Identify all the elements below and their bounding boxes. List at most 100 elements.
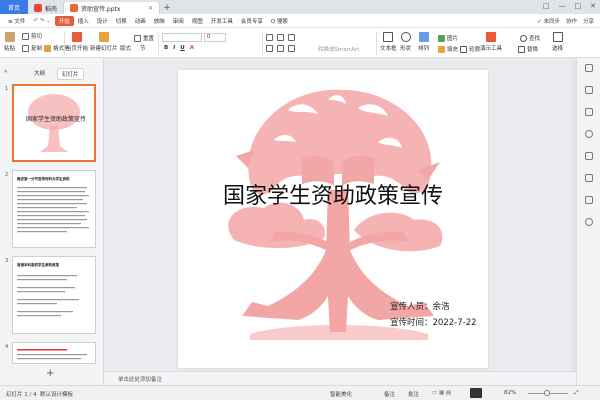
indent-icon[interactable] (288, 34, 295, 41)
copy-button[interactable]: 复制 (22, 44, 42, 52)
notes-area[interactable]: 单击此处添加备注 (104, 371, 576, 385)
collab-button[interactable]: 协作 (566, 17, 577, 25)
underline-button[interactable]: U (180, 45, 184, 51)
sync-status[interactable]: ✓ 未同步 (537, 17, 560, 25)
show-tools-button[interactable]: 演示工具 (480, 32, 502, 52)
layout-icon[interactable]: □ (543, 2, 550, 10)
slide-title[interactable]: 国家学生资助政策宣传 (178, 178, 488, 210)
play-slideshow-icon[interactable] (470, 388, 482, 398)
menu-view[interactable]: 视图 (188, 14, 207, 28)
backup-icon[interactable] (585, 174, 593, 182)
menu-member[interactable]: 会员专享 (237, 14, 267, 28)
slide-thumbnail-2[interactable]: 概述第一分节宣传材料大学生资助 (12, 170, 96, 248)
beautify-button[interactable]: 智能美化 (330, 390, 352, 398)
paste-button[interactable]: 粘贴 (4, 32, 15, 52)
menu-insert[interactable]: 插入 (74, 14, 93, 28)
font-size-input[interactable]: 0 (204, 33, 226, 42)
replace-label: 替换 (527, 47, 539, 53)
slide-thumbnail-1[interactable]: 国家学生资助政策宣传 (12, 84, 96, 162)
notes-button[interactable]: 备注 (384, 390, 395, 398)
align-center-icon[interactable] (277, 45, 284, 52)
font-name-input[interactable] (162, 33, 202, 42)
notes-placeholder: 单击此处添加备注 (118, 376, 163, 383)
zoom-slider-knob[interactable] (544, 390, 550, 396)
replace-button[interactable]: 替换 (518, 45, 538, 53)
show-tools-label: 演示工具 (480, 46, 503, 52)
menu-developer[interactable]: 开发工具 (207, 14, 237, 28)
align-left-icon[interactable] (266, 45, 273, 52)
fill-button[interactable]: 填充 (438, 45, 458, 53)
animation-icon[interactable] (585, 108, 593, 116)
slide-thumbnail-4[interactable] (12, 342, 96, 364)
date-line[interactable]: 宣传时间：2022-7-22 (390, 316, 477, 328)
fit-window-icon[interactable]: ⤢ (574, 390, 578, 397)
menu-start[interactable]: 开始 (54, 15, 74, 26)
menu-design[interactable]: 设计 (93, 14, 112, 28)
paste-label: 粘贴 (4, 46, 16, 52)
collapse-panel-icon[interactable]: « (4, 68, 8, 75)
presenter-label: 宣传人员： (390, 302, 433, 312)
find-button[interactable]: 查找 (520, 34, 540, 42)
number-list-icon[interactable] (277, 34, 284, 41)
status-bar: 幻灯片 1 / 4 默认设计模板 智能美化 备注 批注 ▭ ▦ ▤ 82% ⤢ (0, 385, 600, 400)
close-tab-icon[interactable]: ✕ (148, 5, 153, 12)
share-icon[interactable] (585, 196, 593, 204)
slide-thumbnail-panel: « 大纲 幻灯片 1 国家学生资助政策宣传 2 概述第一分节宣传材料大学生资助 … (0, 58, 104, 385)
picture-button[interactable]: 图片 (438, 34, 458, 42)
transform-icon[interactable] (585, 152, 593, 160)
menu-transition[interactable]: 切换 (112, 14, 131, 28)
property-icon[interactable] (585, 64, 593, 72)
new-slide-button[interactable]: 新建幻灯片 (90, 32, 118, 52)
section-button[interactable]: 节 (140, 44, 146, 52)
help-icon[interactable] (585, 218, 593, 226)
from-current-button[interactable]: 当页开始 (66, 32, 88, 52)
menu-file[interactable]: ≡ 文件 (4, 14, 29, 28)
outline-button[interactable]: 轮廓 (460, 45, 480, 53)
presenter-line[interactable]: 宣传人员：余浩 (390, 300, 450, 312)
textbox-button[interactable]: 文本框 (380, 32, 397, 52)
add-slide-button[interactable]: + (46, 368, 54, 379)
menu-search[interactable]: Q 搜索 (267, 14, 292, 28)
smartart-button[interactable]: 转换成SmartArt (318, 45, 359, 53)
new-slide-label: 新建幻灯片 (90, 46, 118, 52)
tab-document[interactable]: 资助宣传.pptx ✕ (64, 2, 161, 14)
comments-button[interactable]: 批注 (408, 390, 419, 398)
view-mode-icons[interactable]: ▭ ▦ ▤ (432, 390, 451, 396)
reset-button[interactable]: 重置 (134, 34, 154, 42)
current-slide[interactable]: 国家学生资助政策宣传 宣传人员：余浩 宣传时间：2022-7-22 (178, 70, 488, 368)
menu-undo-icons[interactable]: ↶ ↷ ⌄ (29, 14, 54, 28)
style-icon[interactable] (585, 86, 593, 94)
slide-thumbnail-3[interactable]: 普通本科高校学生资助政策 (12, 256, 96, 334)
bullet-list-icon[interactable] (266, 34, 273, 41)
font-color-icon[interactable]: A (190, 45, 194, 51)
arrange-button[interactable]: 排列 (418, 32, 429, 52)
tab-outline[interactable]: 大纲 (30, 68, 49, 80)
layout-button[interactable]: 版式 (120, 44, 131, 52)
outline-icon (460, 45, 467, 53)
zoom-level[interactable]: 82% (504, 390, 516, 396)
tab-label: 资助宣传.pptx (81, 5, 121, 13)
minimize-icon[interactable]: — (559, 2, 566, 10)
bold-button[interactable]: B (164, 45, 168, 51)
tab-slides[interactable]: 幻灯片 (57, 68, 84, 80)
select-button[interactable]: 选择 (552, 32, 563, 52)
thumb-title: 普通本科高校学生资助政策 (17, 263, 59, 267)
new-tab-button[interactable]: + (160, 2, 174, 14)
theme-name[interactable]: 默认设计模板 (40, 390, 73, 398)
slide-canvas: 国家学生资助政策宣传 宣传人员：余浩 宣传时间：2022-7-22 (104, 58, 576, 371)
align-right-icon[interactable] (288, 45, 295, 52)
cut-button[interactable]: 剪切 (22, 32, 42, 40)
menu-slideshow[interactable]: 放映 (150, 14, 169, 28)
menu-bar: ≡ 文件 ↶ ↷ ⌄ 开始 插入 设计 切换 动画 放映 审阅 视图 开发工具 … (0, 14, 600, 28)
share-button[interactable]: 分享 (583, 17, 594, 25)
italic-button[interactable]: I (173, 45, 175, 51)
maximize-icon[interactable]: □ (575, 2, 582, 10)
settings-icon[interactable] (585, 130, 593, 138)
tab-docer[interactable]: 稻壳 (28, 2, 65, 14)
close-window-icon[interactable]: ✕ (590, 2, 596, 10)
shape-button[interactable]: 形状 (400, 32, 411, 52)
home-tab[interactable]: 首页 (0, 0, 28, 14)
menu-review[interactable]: 审阅 (169, 14, 188, 28)
menu-animation[interactable]: 动画 (131, 14, 150, 28)
date-label: 宣传时间： (390, 318, 433, 328)
